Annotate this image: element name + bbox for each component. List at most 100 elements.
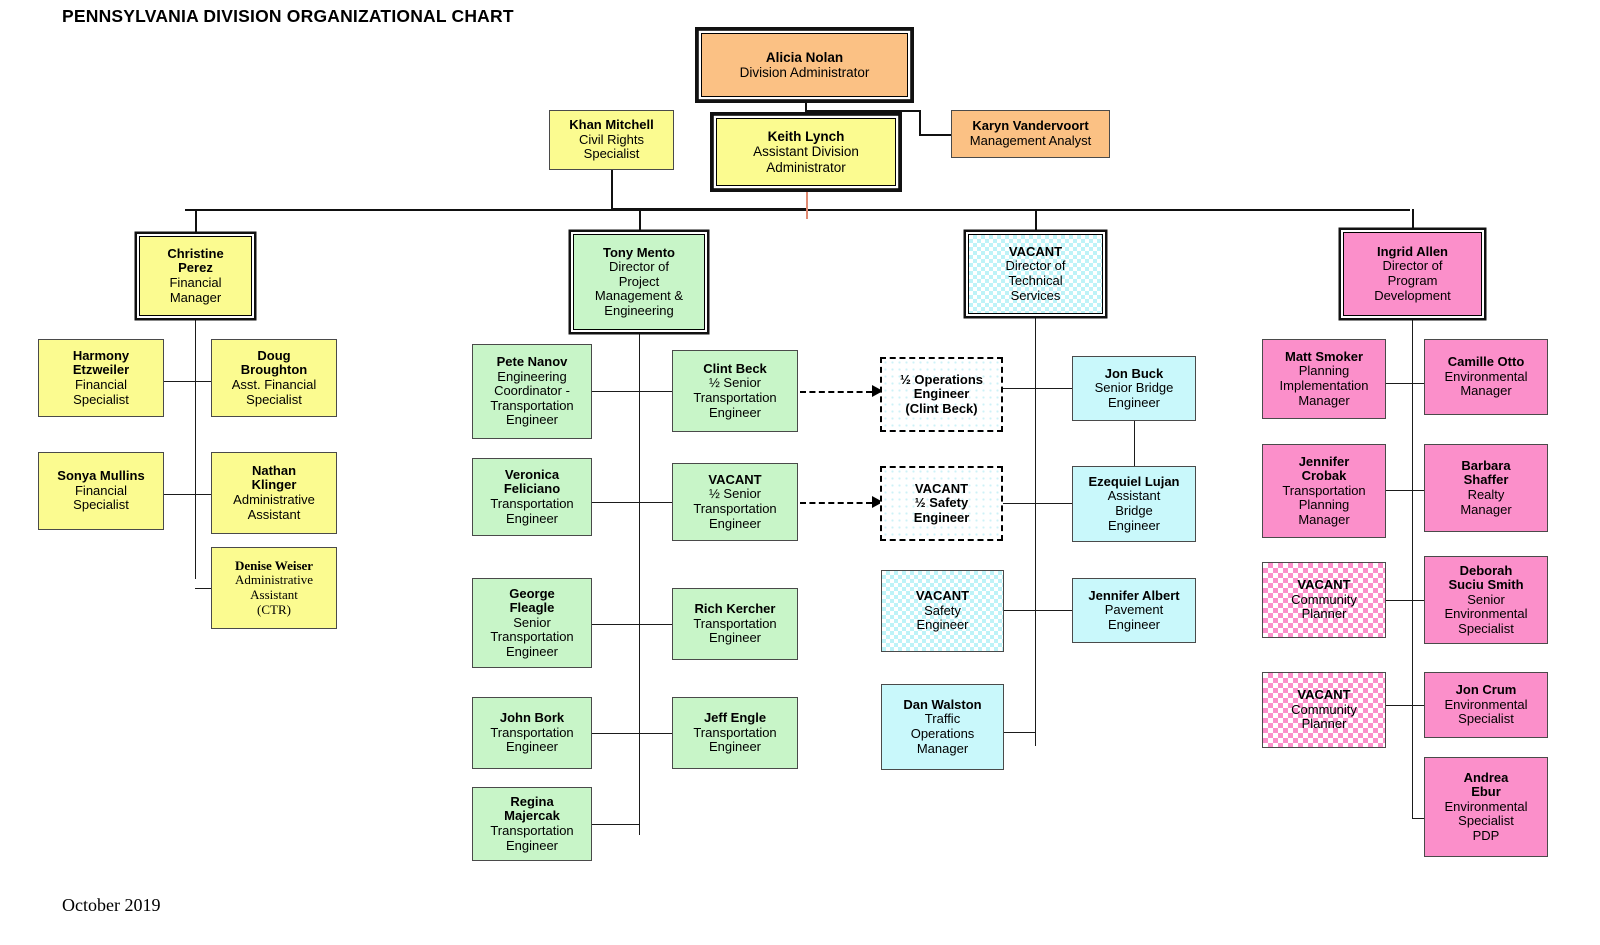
- node-title: Senior: [1467, 591, 1505, 607]
- node-title: Technical: [1008, 273, 1063, 288]
- node-name: George: [509, 585, 555, 601]
- node-name: Regina: [510, 793, 554, 809]
- node-title: Environmental: [1444, 798, 1528, 814]
- node-administrative-assistant-ctr[interactable]: Denise Weiser Administrative Assistant (CTR…: [211, 547, 337, 629]
- node-name: Fleagle: [509, 600, 555, 616]
- node-title: Assistant: [1107, 488, 1161, 504]
- node-title: Senior Bridge: [1094, 380, 1174, 396]
- node-title: Transportation: [490, 823, 574, 838]
- node-transportation-engineer-kercher[interactable]: Rich Kercher Transportation Engineer: [672, 588, 798, 660]
- node-title: Operations: [910, 726, 975, 741]
- node-name: Jon Crum: [1455, 682, 1517, 698]
- dashed-connector: [800, 502, 872, 504]
- node-senior-transportation-engineer-fleagle[interactable]: George Fleagle Senior Transportation Enginee…: [472, 578, 592, 668]
- node-title: Manager: [1460, 383, 1512, 399]
- node-assistant-bridge-engineer[interactable]: Ezequiel Lujan Assistant Bridge Engineer: [1072, 466, 1196, 542]
- node-name: Tony Mento: [603, 244, 675, 260]
- node-environmental-manager[interactable]: Camille Otto Environmental Manager: [1424, 339, 1548, 415]
- node-name: VACANT: [914, 480, 969, 496]
- node-title: Program: [1387, 273, 1438, 288]
- node-name: Etzweiler: [72, 362, 130, 378]
- node-senior-environmental-specialist[interactable]: Deborah Suciu Smith Senior Environmental Spe…: [1424, 556, 1548, 644]
- node-financial-manager[interactable]: Christine Perez Financial Manager: [139, 236, 252, 316]
- node-title: Specialist: [1458, 620, 1514, 636]
- node-name: Ebur: [1471, 784, 1501, 800]
- node-environmental-specialist-pdp[interactable]: Andrea Ebur Environmental Specialist PDP: [1424, 757, 1548, 857]
- node-half-operations-engineer[interactable]: ½ Operations Engineer (Clint Beck): [880, 357, 1003, 432]
- node-transportation-planning-manager[interactable]: Jennifer Crobak Transportation Planning Mana…: [1262, 444, 1386, 538]
- node-realty-manager[interactable]: Barbara Shaffer Realty Manager: [1424, 444, 1548, 532]
- node-name: ½ Safety: [914, 495, 969, 511]
- node-title: ½ Senior: [708, 375, 762, 391]
- node-civil-rights-specialist[interactable]: Khan Mitchell Civil Rights Specialist: [549, 110, 674, 170]
- connector-horizontal: [1412, 818, 1424, 819]
- node-title: Transportation: [490, 397, 574, 413]
- node-transportation-engineer-engle[interactable]: Jeff Engle Transportation Engineer: [672, 697, 798, 769]
- node-title: Community: [1291, 591, 1357, 607]
- node-traffic-operations-manager[interactable]: Dan Walston Traffic Operations Manager: [881, 684, 1004, 770]
- node-title: Director of: [1382, 258, 1443, 274]
- connector-vertical: [1035, 314, 1036, 746]
- node-title: Engineer: [505, 837, 559, 853]
- connector-vertical: [611, 170, 613, 208]
- node-financial-specialist-1[interactable]: Harmony Etzweiler Financial Specialist: [38, 339, 164, 417]
- connector-vertical: [639, 209, 641, 234]
- node-management-analyst[interactable]: Karyn Vandervoort Management Analyst: [951, 110, 1110, 158]
- node-name: Engineer: [913, 509, 970, 525]
- node-financial-specialist-2[interactable]: Sonya Mullins Financial Specialist: [38, 452, 164, 530]
- node-title: Traffic: [924, 711, 961, 727]
- node-half-senior-transportation-engineer-vacant[interactable]: VACANT ½ Senior Transportation Engineer: [672, 463, 798, 541]
- node-asst-financial-specialist[interactable]: Doug Broughton Asst. Financial Specialist: [211, 339, 337, 417]
- node-title: Engineering: [497, 368, 567, 384]
- node-safety-engineer-vacant[interactable]: VACANT Safety Engineer: [881, 570, 1004, 652]
- node-title: Planner: [1301, 606, 1347, 622]
- node-title: Community: [1291, 701, 1357, 717]
- node-transportation-engineer-feliciano[interactable]: Veronica Feliciano Transportation Engineer: [472, 458, 592, 536]
- node-name: Deborah: [1459, 562, 1513, 578]
- node-director-program-development[interactable]: Ingrid Allen Director of Program Developmen…: [1343, 232, 1482, 316]
- node-pavement-engineer[interactable]: Jennifer Albert Pavement Engineer: [1072, 578, 1196, 643]
- node-name: Karyn Vandervoort: [972, 118, 1089, 134]
- node-title: Engineer: [505, 739, 559, 755]
- node-division-administrator[interactable]: Alicia Nolan Division Administrator: [701, 33, 908, 97]
- node-name: Denise Weiser: [234, 557, 314, 573]
- node-title: Engineer: [1107, 616, 1161, 632]
- node-name: ½ Operations: [899, 371, 984, 387]
- node-title: Specialist: [73, 391, 129, 407]
- node-engineering-coordinator[interactable]: Pete Nanov Engineering Coordinator - Transp…: [472, 344, 592, 439]
- node-title: Pavement: [1104, 602, 1164, 618]
- page-title: PENNSYLVANIA DIVISION ORGANIZATIONAL CHA…: [62, 6, 514, 26]
- node-senior-bridge-engineer[interactable]: Jon Buck Senior Bridge Engineer: [1072, 356, 1196, 421]
- connector-horizontal: [592, 733, 672, 734]
- node-community-planner-vacant-2[interactable]: VACANT Community Planner: [1262, 672, 1386, 748]
- node-title: Engineer: [505, 510, 559, 526]
- node-half-senior-transportation-engineer-beck[interactable]: Clint Beck ½ Senior Transportation Engineer: [672, 350, 798, 432]
- node-title: Manager: [916, 740, 969, 756]
- node-title: Financial: [169, 275, 222, 290]
- node-director-technical-services[interactable]: VACANT Director of Technical Services: [968, 234, 1103, 314]
- node-title: Assistant: [247, 506, 301, 522]
- node-assistant-division-administrator[interactable]: Keith Lynch Assistant Division Administrat…: [716, 118, 896, 186]
- node-title: Transportation: [490, 629, 574, 645]
- node-transportation-engineer-bork[interactable]: John Bork Transportation Engineer: [472, 697, 592, 769]
- node-half-safety-engineer-vacant[interactable]: VACANT ½ Safety Engineer: [880, 466, 1003, 541]
- node-transportation-engineer-majercak[interactable]: Regina Majercak Transportation Engineer: [472, 787, 592, 861]
- connector-vertical: [639, 330, 640, 835]
- node-title: Planning: [1298, 363, 1350, 379]
- node-name: Ezequiel Lujan: [1088, 473, 1180, 489]
- node-title: Services: [1010, 287, 1061, 303]
- node-name: Feliciano: [503, 481, 561, 497]
- node-administrative-assistant-1[interactable]: Nathan Klinger Administrative Assistant: [211, 452, 337, 534]
- connector-horizontal: [805, 110, 920, 112]
- node-planning-implementation-manager[interactable]: Matt Smoker Planning Implementation Manager: [1262, 339, 1386, 419]
- node-environmental-specialist-crum[interactable]: Jon Crum Environmental Specialist: [1424, 672, 1548, 738]
- node-title: Transportation: [1282, 482, 1366, 498]
- connector-horizontal: [592, 624, 672, 625]
- node-director-project-management[interactable]: Tony Mento Director of Project Management &…: [573, 234, 705, 330]
- connector-vertical: [195, 316, 196, 579]
- node-title: Assistant: [250, 587, 298, 602]
- node-title: Manager: [1298, 511, 1350, 527]
- node-name: Dan Walston: [903, 696, 982, 712]
- node-community-planner-vacant-1[interactable]: VACANT Community Planner: [1262, 562, 1386, 638]
- node-title: Financial: [74, 482, 128, 498]
